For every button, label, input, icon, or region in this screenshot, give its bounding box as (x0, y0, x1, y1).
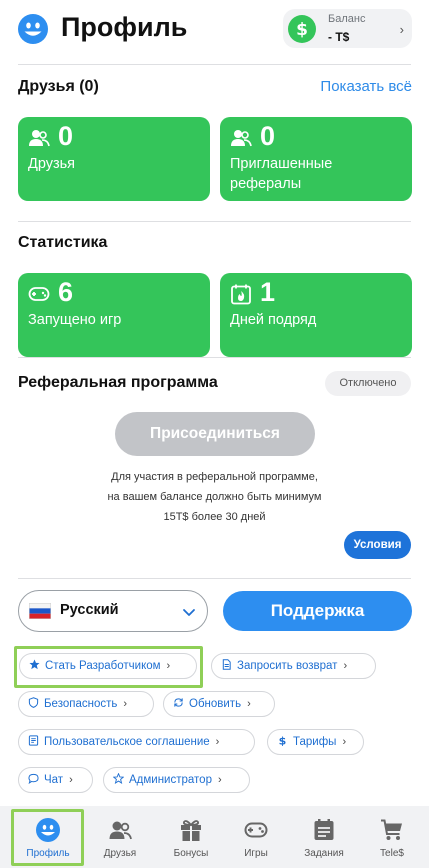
tab-tasks[interactable]: Задания (290, 806, 358, 868)
refresh-chip[interactable]: Обновить › (163, 691, 275, 717)
chevron-right-icon: › (69, 774, 73, 786)
language-value: Русский (60, 602, 119, 618)
chevron-right-icon: › (166, 660, 171, 672)
chevron-right-icon: › (342, 736, 347, 748)
friends-icon (109, 821, 132, 840)
show-all-link[interactable]: Показать всё (320, 78, 412, 95)
streak-days-card: 1 Дней подряд (220, 273, 412, 357)
balance-label: Баланс (328, 13, 366, 25)
page-title: Профиль (61, 12, 188, 42)
chip-label: Администратор (129, 774, 212, 786)
become-developer-chip[interactable]: Стать Разработчиком › (19, 653, 197, 679)
tab-label: Игры (244, 848, 268, 859)
tasks-icon (314, 819, 334, 840)
referral-note-line: 15T$ более 30 дней (163, 511, 266, 523)
tab-label: Друзья (103, 848, 137, 859)
divider (18, 64, 411, 65)
divider (18, 578, 411, 579)
chip-label: Чат (44, 774, 64, 786)
referral-note-line: на вашем балансе должно быть минимум (107, 491, 322, 503)
tab-label: Задания (304, 848, 344, 859)
balance-value: - T$ (328, 30, 350, 44)
gamepad-icon (28, 287, 50, 301)
games-launched-label: Запущено игр (28, 312, 122, 328)
chip-label: Тарифы (293, 736, 337, 748)
highlight-frame (11, 809, 84, 866)
chevron-right-icon: › (343, 660, 348, 672)
referrals-count: 0 (260, 121, 276, 151)
gift-icon (181, 820, 201, 841)
svg-text:$: $ (279, 735, 287, 746)
chip-label: Безопасность (44, 698, 118, 710)
shield-icon (28, 697, 39, 708)
dollar-icon: $ (279, 735, 287, 746)
referral-status-badge: Отключено (325, 371, 411, 396)
administrator-chip[interactable]: Администратор › (103, 767, 250, 793)
friends-count: 0 (58, 121, 74, 151)
user-agreement-chip[interactable]: Пользовательское соглашение › (18, 729, 255, 755)
chevron-down-icon (183, 609, 195, 616)
chat-icon (28, 773, 39, 784)
smiley-logo-icon (18, 14, 48, 44)
calendar-fire-icon (231, 284, 251, 305)
divider (18, 221, 411, 222)
users-icon (231, 130, 252, 147)
referral-section-title: Реферальная программа (18, 374, 218, 391)
chevron-right-icon: › (123, 698, 128, 710)
referral-note-line: Для участия в реферальной программе, (111, 471, 318, 483)
streak-days-count: 1 (260, 277, 276, 307)
tariffs-chip[interactable]: $ Тарифы › (267, 729, 364, 755)
chevron-right-icon: › (247, 698, 251, 710)
balance-button[interactable]: $ Баланс - T$ › (283, 9, 412, 48)
tab-friends[interactable]: Друзья (86, 806, 154, 868)
chip-label: Стать Разработчиком (45, 660, 161, 672)
tab-teles[interactable]: Tele$ (358, 806, 426, 868)
chip-label: Запросить возврат (237, 660, 338, 672)
join-referral-button[interactable]: Присоединиться (115, 412, 315, 456)
refresh-icon (174, 698, 183, 707)
streak-days-label: Дней подряд (230, 312, 317, 328)
security-chip[interactable]: Безопасность › (18, 691, 154, 717)
tab-label: Tele$ (380, 848, 404, 859)
friends-count-card[interactable]: 0 Друзья (18, 117, 210, 201)
header: Профиль $ Баланс - T$ › (0, 0, 429, 60)
chevron-right-icon: › (217, 774, 222, 786)
games-launched-card: 6 Запущено игр (18, 273, 210, 357)
document-icon (222, 659, 231, 670)
agreement-icon (28, 735, 39, 746)
chevron-right-icon: › (399, 22, 404, 37)
tab-games[interactable]: Игры (222, 806, 290, 868)
star-outline-icon (113, 773, 124, 784)
chip-label: Обновить (189, 698, 242, 710)
star-icon (29, 659, 40, 670)
stats-section-title: Статистика (18, 234, 108, 251)
friends-section-title: Друзья (0) (18, 78, 99, 95)
terms-button[interactable]: Условия (344, 531, 411, 559)
games-launched-count: 6 (58, 277, 74, 307)
request-refund-chip[interactable]: Запросить возврат › (211, 653, 376, 679)
svg-text:$: $ (296, 20, 308, 40)
tab-label: Бонусы (173, 848, 209, 859)
friends-count-label: Друзья (28, 156, 76, 172)
language-select[interactable]: Русский (18, 590, 208, 632)
support-button[interactable]: Поддержка (223, 591, 412, 631)
russia-flag-icon (29, 603, 51, 619)
cart-icon (381, 819, 402, 840)
tab-bonuses[interactable]: Бонусы (157, 806, 225, 868)
divider (18, 357, 411, 358)
referral-note: Для участия в реферальной программе, на … (60, 467, 369, 527)
chip-label: Пользовательское соглашение (44, 736, 210, 748)
referrals-count-label: Приглашенные рефералы (230, 156, 333, 192)
referrals-count-card[interactable]: 0 Приглашенные рефералы (220, 117, 412, 201)
gamepad-icon (244, 822, 268, 838)
users-icon (29, 130, 50, 147)
chevron-right-icon: › (215, 736, 220, 748)
chat-chip[interactable]: Чат › (18, 767, 93, 793)
dollar-coin-icon: $ (288, 15, 316, 43)
